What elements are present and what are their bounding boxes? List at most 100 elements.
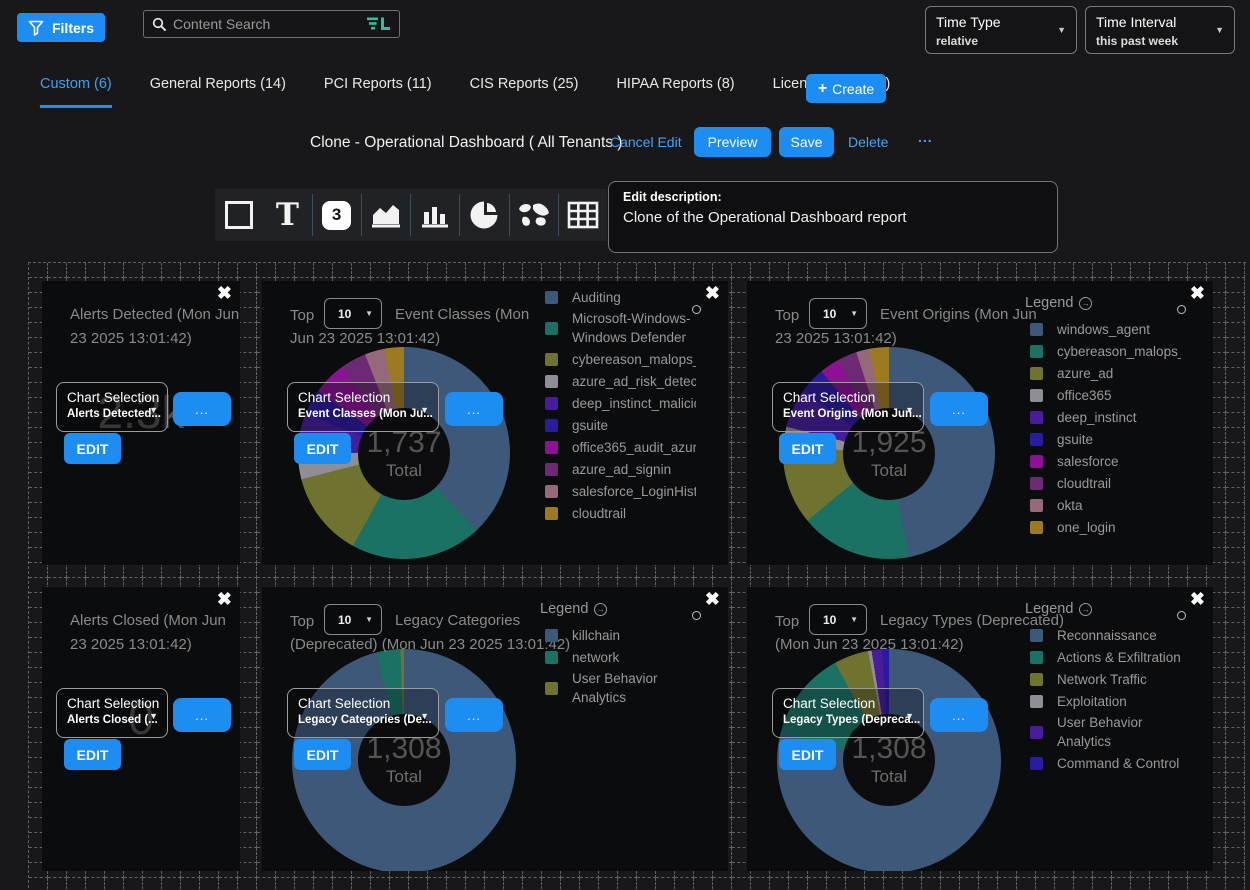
legend-item[interactable]: Reconnaissance [1030,625,1181,645]
chart-selection-value: Legacy Categories (De... [298,714,438,726]
legend-item[interactable]: Command & Control [1030,753,1181,773]
tab-general-reports[interactable]: General Reports (14) [150,76,286,105]
legend-item[interactable]: okta [1030,495,1181,515]
legend-item[interactable]: gsuite [545,415,696,435]
legend-item[interactable]: cybereason_malops_all_ [545,349,696,369]
legend-item[interactable]: office365 [1030,385,1181,405]
close-icon[interactable]: ✖ [217,283,232,304]
bar-chart-icon[interactable] [411,189,459,241]
widget-more-button[interactable]: ... [173,698,231,732]
number-icon[interactable]: 3 [313,189,361,241]
legend-swatch [1030,499,1043,512]
dashboard-app: Filters Time Type relative ▼ Time Interv… [0,0,1250,890]
legend-label: cybereason_malops_all_ [1057,342,1181,361]
legend-item[interactable]: User Behavior Analytics [545,669,696,707]
legend-item[interactable]: deep_instinct [1030,407,1181,427]
resize-handle-icon[interactable] [692,305,701,314]
top-n-dropdown[interactable]: 10 ▼ [324,298,382,329]
chart-selection-label: Chart Selection [783,390,923,405]
widget-edit-button[interactable]: EDIT [64,739,121,770]
widget-edit-button[interactable]: EDIT [779,739,836,770]
legend-item[interactable]: Auditing [545,287,696,307]
time-interval-select[interactable]: Time Interval this past week ▼ [1085,6,1235,54]
top-n-dropdown[interactable]: 10 ▼ [324,604,382,635]
tab-pci-reports[interactable]: PCI Reports (11) [324,76,432,105]
legend-item[interactable]: one_login [1030,517,1181,537]
legend-expand-icon[interactable]: → [594,603,607,616]
time-type-value: relative [936,34,1066,48]
edit-description-box[interactable]: Edit description: Clone of the Operation… [608,181,1058,253]
tab-hipaa-reports[interactable]: HIPAA Reports (8) [616,76,734,105]
container-icon[interactable] [215,189,263,241]
legend-item[interactable]: cloudtrail [545,503,696,523]
map-icon[interactable] [510,189,558,241]
legend-item[interactable]: Microsoft-Windows-Windows Defender [545,309,696,347]
chart-selection-dropdown[interactable]: Chart Selection Alerts Closed (... ▼ [56,688,168,738]
more-options-link[interactable]: ... [918,129,933,145]
top-n-dropdown[interactable]: 10 ▼ [809,604,867,635]
text-icon[interactable]: T [263,189,311,241]
area-chart-icon[interactable] [362,189,410,241]
widget-edit-button[interactable]: EDIT [294,433,351,464]
widget-more-button[interactable]: ... [445,698,503,732]
legend-item[interactable]: azure_ad [1030,363,1181,383]
legend-item[interactable]: deep_instinct_malicious [545,393,696,413]
save-button[interactable]: Save [779,127,834,157]
widget-edit-button[interactable]: EDIT [294,739,351,770]
legend-swatch [1030,323,1043,336]
legend-item[interactable]: Actions & Exfiltration [1030,647,1181,667]
legend-item[interactable]: killchain [545,625,696,645]
legend-item[interactable]: gsuite [1030,429,1181,449]
widget-more-button[interactable]: ... [173,392,231,426]
widget-edit-button[interactable]: EDIT [64,433,121,464]
chart-selection-dropdown[interactable]: Chart Selection Event Origins (Mon Jun..… [772,382,924,432]
tab-custom[interactable]: Custom (6) [40,76,112,108]
legend-item[interactable]: salesforce_LoginHistory [545,481,696,501]
chart-selection-dropdown[interactable]: Chart Selection Legacy Categories (De...… [287,688,439,738]
close-icon[interactable]: ✖ [217,589,232,610]
legend-item[interactable]: Exploitation [1030,691,1181,711]
legend-item[interactable]: Network Traffic [1030,669,1181,689]
legend-item[interactable]: office365_audit_azuread [545,437,696,457]
legend-item[interactable]: azure_ad_signin [545,459,696,479]
widget-more-button[interactable]: ... [930,392,988,426]
pie-chart-icon[interactable] [460,189,508,241]
resize-handle-icon[interactable] [692,611,701,620]
filters-button[interactable]: Filters [17,13,105,42]
legend-expand-icon[interactable]: → [1079,603,1092,616]
close-icon[interactable]: ✖ [705,589,720,610]
chart-selection-label: Chart Selection [783,696,923,711]
close-icon[interactable]: ✖ [1190,283,1205,304]
cancel-edit-link[interactable]: Cancel Edit [610,134,682,150]
chart-selection-dropdown[interactable]: Chart Selection Event Classes (Mon Ju...… [287,382,439,432]
chart-legend: Legend → killchainnetworkUser Behavior A… [538,601,696,709]
resize-handle-icon[interactable] [1177,611,1186,620]
widget-edit-button[interactable]: EDIT [779,433,836,464]
widget-more-button[interactable]: ... [445,392,503,426]
create-button[interactable]: + Create [806,74,886,103]
chart-selection-dropdown[interactable]: Chart Selection Alerts Detected... ▼ [56,382,168,432]
legend-item[interactable]: network [545,647,696,667]
legend-label: azure_ad [1057,364,1113,383]
close-icon[interactable]: ✖ [1190,589,1205,610]
legend-swatch [1030,455,1043,468]
preview-button[interactable]: Preview [694,127,771,157]
legend-item[interactable]: salesforce [1030,451,1181,471]
widget-more-button[interactable]: ... [930,698,988,732]
tab-cis-reports[interactable]: CIS Reports (25) [470,76,579,105]
legend-label: Network Traffic [1057,670,1147,689]
resize-handle-icon[interactable] [1177,305,1186,314]
close-icon[interactable]: ✖ [705,283,720,304]
time-type-select[interactable]: Time Type relative ▼ [925,6,1077,54]
legend-item[interactable]: cybereason_malops_all_ [1030,341,1181,361]
legend-expand-icon[interactable]: → [1079,297,1092,310]
legend-item[interactable]: User Behavior Analytics [1030,713,1181,751]
delete-link[interactable]: Delete [848,134,888,150]
legend-item[interactable]: azure_ad_risk_detection [545,371,696,391]
legend-item[interactable]: windows_agent [1030,319,1181,339]
search-input[interactable] [173,16,367,32]
table-icon[interactable] [559,189,607,241]
top-n-dropdown[interactable]: 10 ▼ [809,298,867,329]
legend-item[interactable]: cloudtrail [1030,473,1181,493]
chart-selection-dropdown[interactable]: Chart Selection Legacy Types (Depreca...… [772,688,924,738]
